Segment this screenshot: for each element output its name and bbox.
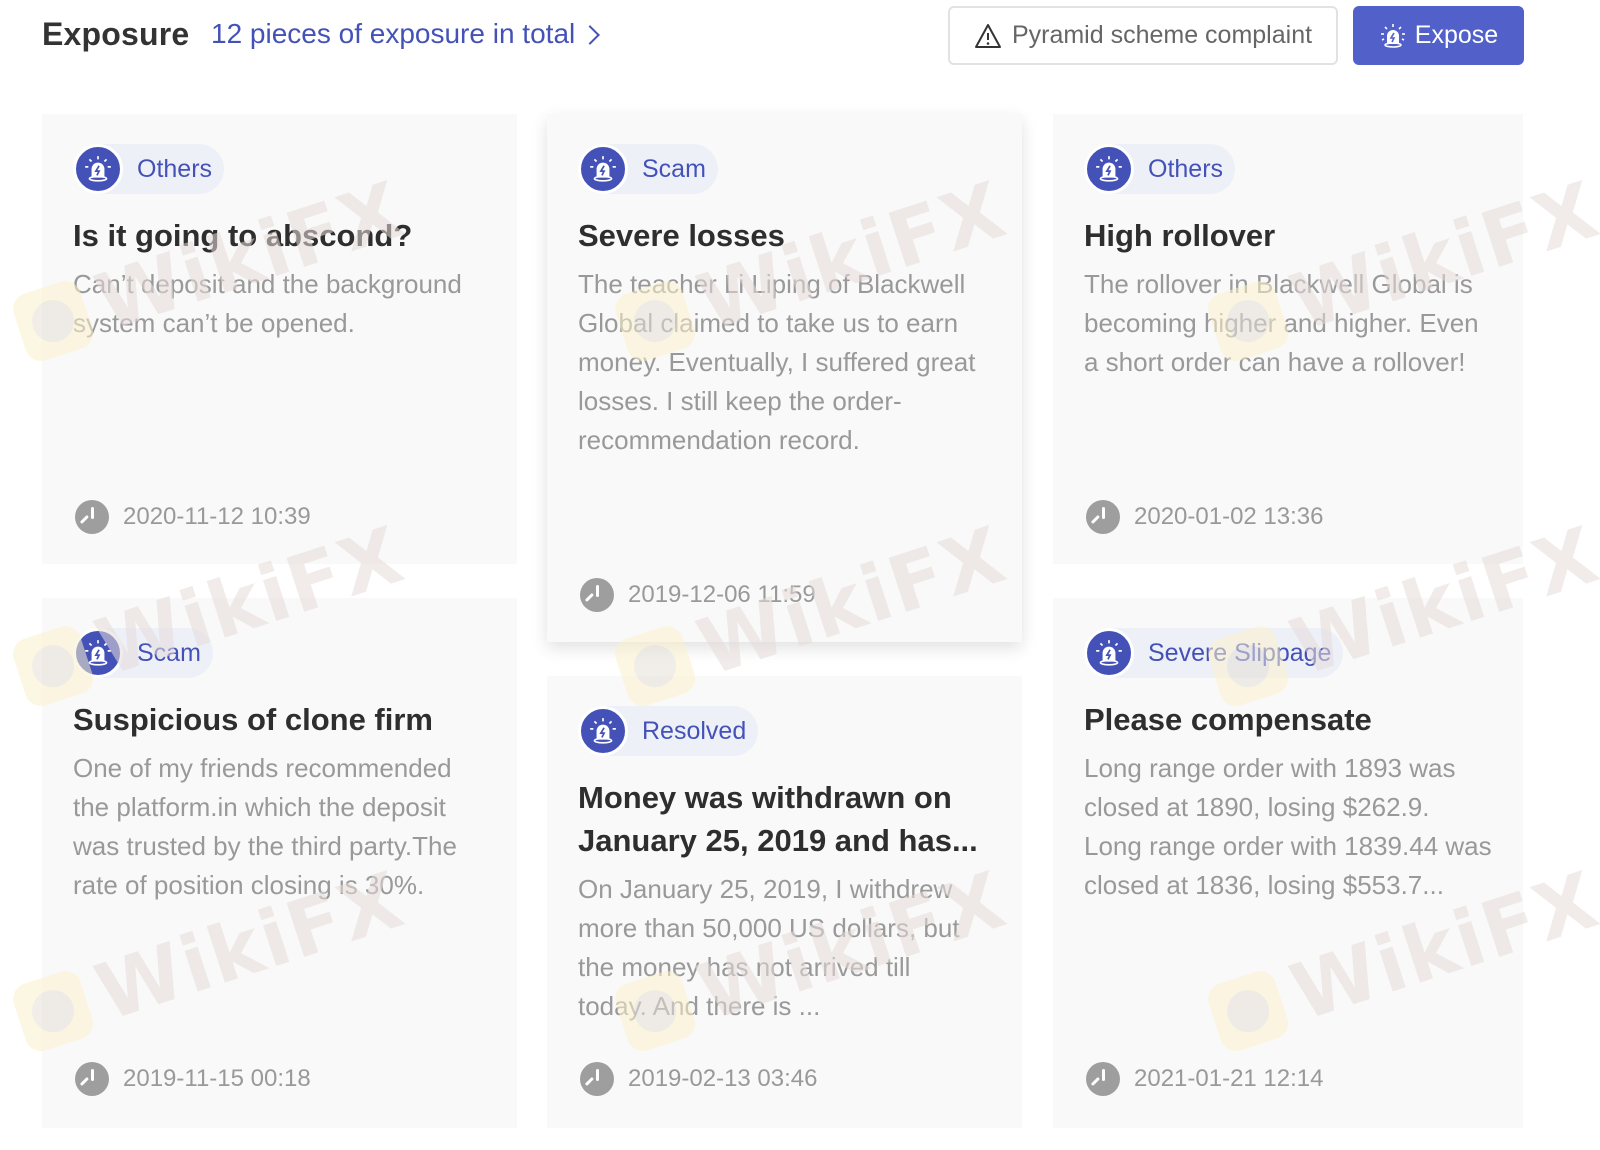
exposure-card[interactable]: Severe Slippage Please compensate Long r…: [1053, 598, 1523, 1128]
timestamp-text: 2019-02-13 03:46: [628, 1065, 818, 1092]
category-badge: Scam: [578, 144, 718, 194]
clock-icon: [1086, 1062, 1120, 1096]
card-timestamp: 2020-11-12 10:39: [75, 500, 311, 534]
warning-icon: [974, 23, 1001, 48]
card-title: Suspicious of clone firm: [73, 702, 433, 737]
card-title: Is it going to abscond?: [73, 218, 413, 253]
category-badge: Scam: [73, 628, 213, 678]
card-body: Can’t deposit and the background system …: [73, 269, 462, 338]
timestamp-text: 2019-12-06 11:59: [628, 581, 816, 608]
card-body: On January 25, 2019, I withdrew more tha…: [578, 874, 960, 1021]
clock-icon: [75, 1062, 109, 1096]
category-label: Others: [137, 154, 213, 183]
category-label: Resolved: [642, 716, 747, 745]
card-timestamp: 2019-02-13 03:46: [580, 1062, 818, 1096]
category-badge: Resolved: [578, 706, 759, 756]
card-title: Money was withdrawn on January 25, 2019 …: [578, 780, 978, 858]
card-title: Severe losses: [578, 218, 785, 253]
category-label: Scam: [137, 638, 201, 667]
card-timestamp: 2020-01-02 13:36: [1086, 500, 1324, 534]
card-body: Long range order with 1893 was closed at…: [1084, 753, 1492, 900]
clock-icon: [1086, 500, 1120, 534]
card-timestamp: 2019-12-06 11:59: [580, 578, 816, 612]
chevron-right-icon: [580, 25, 601, 45]
alarm-light-icon: [578, 144, 628, 194]
exposure-card[interactable]: Others Is it going to abscond? Can’t dep…: [42, 114, 517, 564]
clock-icon: [75, 500, 109, 534]
pyramid-scheme-complaint-button[interactable]: Pyramid scheme complaint: [948, 6, 1338, 65]
category-label: Scam: [642, 154, 706, 183]
exposure-header: Exposure 12 pieces of exposure in total …: [0, 0, 1600, 80]
exposure-card[interactable]: Resolved Money was withdrawn on January …: [547, 676, 1022, 1128]
card-body: One of my friends recommended the platfo…: [73, 753, 457, 900]
card-title: High rollover: [1084, 218, 1276, 253]
timestamp-text: 2021-01-21 12:14: [1134, 1065, 1324, 1092]
card-timestamp: 2019-11-15 00:18: [75, 1062, 311, 1096]
alarm-light-icon: [1380, 23, 1405, 48]
clock-icon: [580, 578, 614, 612]
clock-icon: [580, 1062, 614, 1096]
alarm-light-icon: [578, 706, 628, 756]
exposure-card[interactable]: Others High rollover The rollover in Bla…: [1053, 114, 1523, 564]
page-title: Exposure: [42, 16, 190, 52]
timestamp-text: 2020-11-12 10:39: [123, 503, 311, 530]
alarm-light-icon: [73, 628, 123, 678]
card-body: The rollover in Blackwell Global is beco…: [1084, 269, 1479, 377]
card-timestamp: 2021-01-21 12:14: [1086, 1062, 1324, 1096]
category-badge: Severe Slippage: [1084, 628, 1344, 678]
alarm-light-icon: [1084, 628, 1134, 678]
alarm-light-icon: [73, 144, 123, 194]
card-title: Please compensate: [1084, 702, 1372, 737]
category-badge: Others: [1084, 144, 1236, 194]
alarm-light-icon: [1084, 144, 1134, 194]
category-badge: Others: [73, 144, 225, 194]
total-exposure-label: 12 pieces of exposure in total: [211, 18, 576, 49]
complaint-button-label: Pyramid scheme complaint: [1011, 21, 1313, 49]
total-exposure-link[interactable]: 12 pieces of exposure in total: [211, 18, 601, 50]
category-label: Others: [1148, 154, 1224, 183]
category-label: Severe Slippage: [1148, 638, 1332, 667]
timestamp-text: 2019-11-15 00:18: [123, 1065, 311, 1092]
exposure-card[interactable]: Scam Suspicious of clone firm One of my …: [42, 598, 517, 1128]
card-body: The teacher Li Liping of Blackwell Globa…: [578, 269, 976, 455]
expose-button-label: Expose: [1414, 21, 1499, 49]
timestamp-text: 2020-01-02 13:36: [1134, 503, 1324, 530]
expose-button[interactable]: Expose: [1353, 6, 1524, 65]
exposure-card[interactable]: Scam Severe losses The teacher Li Liping…: [547, 114, 1022, 642]
